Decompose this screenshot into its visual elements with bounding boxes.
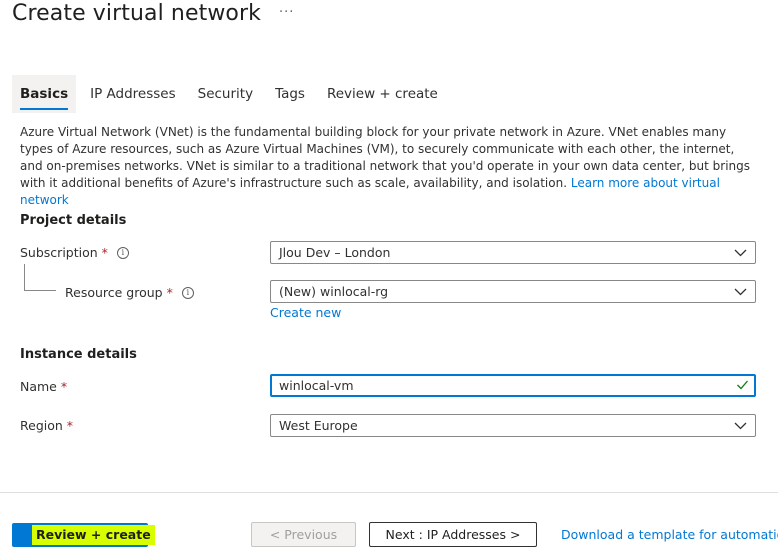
required-marker: * xyxy=(166,285,173,300)
region-dropdown[interactable]: West Europe xyxy=(270,414,756,437)
download-template-link[interactable]: Download a template for automation xyxy=(561,527,778,542)
name-label: Name * xyxy=(20,379,68,394)
info-icon[interactable]: i xyxy=(116,246,129,259)
next-button[interactable]: Next : IP Addresses > xyxy=(369,522,537,547)
required-marker: * xyxy=(66,418,74,433)
tree-connector xyxy=(24,290,56,291)
create-new-link[interactable]: Create new xyxy=(270,305,341,320)
resource-group-dropdown[interactable]: (New) winlocal-rg xyxy=(270,280,756,303)
chevron-down-icon xyxy=(734,288,747,296)
review-create-button[interactable]: Review + create xyxy=(12,523,155,547)
name-input[interactable]: winlocal-vm xyxy=(270,374,756,397)
tab-review-create[interactable]: Review + create xyxy=(319,75,446,113)
tree-connector xyxy=(24,264,25,290)
review-create-label: Review + create xyxy=(32,525,155,545)
subscription-dropdown[interactable]: Jlou Dev – London xyxy=(270,241,756,264)
tab-bar: Basics IP Addresses Security Tags Review… xyxy=(12,75,452,113)
footer-divider xyxy=(0,492,778,493)
region-label: Region * xyxy=(20,418,74,433)
description: Azure Virtual Network (VNet) is the fund… xyxy=(20,124,755,209)
tab-basics[interactable]: Basics xyxy=(12,75,77,113)
resource-group-label: Resource group * i xyxy=(65,285,194,300)
tab-ip-addresses[interactable]: IP Addresses xyxy=(82,75,184,113)
required-marker: * xyxy=(60,379,68,394)
project-details-title: Project details xyxy=(20,213,127,228)
checkmark-icon xyxy=(737,380,748,390)
tab-tags[interactable]: Tags xyxy=(267,75,313,113)
more-options-icon[interactable]: ··· xyxy=(279,5,294,20)
chevron-down-icon xyxy=(734,249,747,257)
tab-security[interactable]: Security xyxy=(190,75,261,113)
info-icon[interactable]: i xyxy=(181,286,194,299)
resource-group-value: (New) winlocal-rg xyxy=(279,284,389,299)
previous-button: < Previous xyxy=(251,522,356,547)
required-marker: * xyxy=(101,245,108,260)
instance-details-title: Instance details xyxy=(20,347,137,362)
subscription-label: Subscription * i xyxy=(20,245,129,260)
chevron-down-icon xyxy=(734,422,747,430)
subscription-value: Jlou Dev – London xyxy=(279,245,391,260)
name-value: winlocal-vm xyxy=(279,378,354,393)
page-title: Create virtual network xyxy=(12,1,261,26)
region-value: West Europe xyxy=(279,418,358,433)
